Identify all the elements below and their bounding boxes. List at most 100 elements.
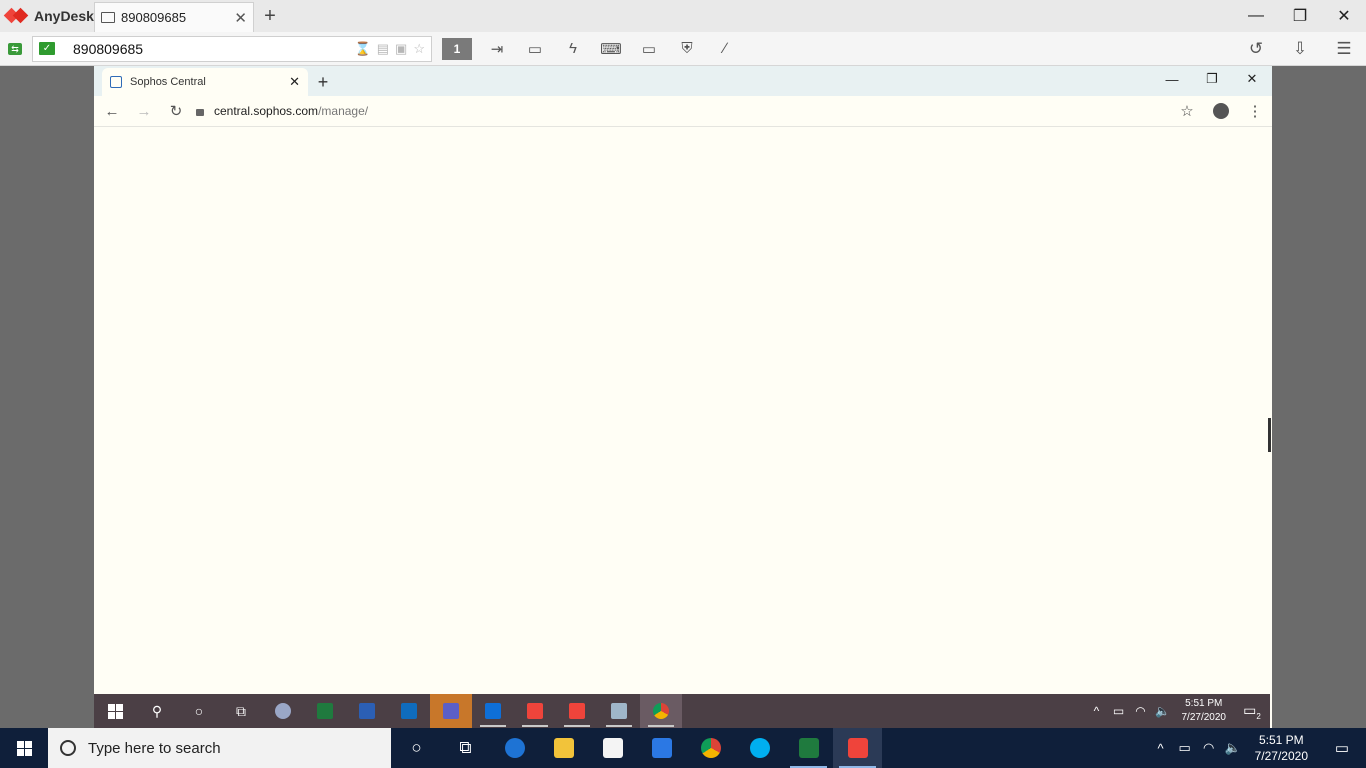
session-tab-label: 890809685 xyxy=(121,10,187,25)
display-icon[interactable]: ▭ xyxy=(630,36,668,62)
image-icon[interactable]: ▣ xyxy=(395,41,407,57)
remote-anydesk-icon-2[interactable] xyxy=(556,694,598,728)
close-tab-icon[interactable]: ✕ xyxy=(234,9,247,27)
battery-icon[interactable]: ▭ xyxy=(1173,740,1197,756)
mail-icon[interactable] xyxy=(637,728,686,768)
remote-chrome-icon[interactable] xyxy=(640,694,682,728)
file-explorer-icon[interactable] xyxy=(539,728,588,768)
store-icon[interactable] xyxy=(588,728,637,768)
remote-notes-icon[interactable] xyxy=(598,694,640,728)
remote-word-icon[interactable] xyxy=(346,694,388,728)
taskbar-search-box[interactable]: Type here to search xyxy=(48,728,391,768)
hourglass-icon[interactable]: ⌛ xyxy=(355,41,371,57)
address-bar[interactable]: ✓ 890809685 ⌛ ▤ ▣ ☆ xyxy=(32,35,432,62)
keyboard-icon[interactable]: ⌨ xyxy=(592,36,630,62)
clock-time: 5:51 PM xyxy=(1258,733,1304,747)
remote-network-icon[interactable]: ◠ xyxy=(1130,704,1152,718)
start-button[interactable] xyxy=(0,728,48,768)
remote-desktop-view[interactable]: Sophos Central ✕ + — ❐ ✕ ← → ↻ central.s… xyxy=(94,66,1272,728)
restore-button[interactable]: ❐ xyxy=(1278,0,1322,32)
lock-icon xyxy=(196,108,204,116)
clock-date: 7/27/2020 xyxy=(1254,749,1308,763)
tray-chevron-icon[interactable]: ^ xyxy=(1149,741,1173,756)
remote-search-icon[interactable]: ⚲ xyxy=(136,694,178,728)
chrome-tab-strip: Sophos Central ✕ + — ❐ ✕ xyxy=(94,66,1272,96)
permissions-shield-icon[interactable]: ⛨ xyxy=(668,36,706,62)
chrome-tab-title: Sophos Central xyxy=(130,76,206,88)
resize-handle[interactable] xyxy=(1268,418,1271,452)
new-session-tab-button[interactable]: + xyxy=(254,5,286,28)
favorite-star-icon[interactable]: ☆ xyxy=(413,41,425,57)
reload-icon[interactable]: ↻ xyxy=(162,97,190,125)
chrome-toolbar: ← → ↻ central.sophos.com/manage/ ☆ ⋮ xyxy=(94,96,1272,127)
remote-teams-icon[interactable] xyxy=(430,694,472,728)
verified-monitor-icon: ✓ xyxy=(39,42,55,55)
back-arrow-icon[interactable]: ← xyxy=(98,97,126,125)
monitor-icon xyxy=(101,12,115,23)
anydesk-titlebar: AnyDesk 890809685 ✕ + — ❐ ✕ xyxy=(0,0,1366,32)
url-omnibox[interactable]: central.sophos.com/manage/ xyxy=(196,104,1170,118)
search-placeholder: Type here to search xyxy=(88,739,221,757)
remote-time: 5:51 PM xyxy=(1185,698,1223,709)
address-input[interactable]: 890809685 xyxy=(73,41,355,57)
close-tab-icon[interactable]: ✕ xyxy=(289,74,300,90)
draw-pen-icon[interactable]: ∕ xyxy=(706,36,744,62)
chrome-tab-sophos[interactable]: Sophos Central ✕ xyxy=(102,68,308,96)
windows-taskbar: Type here to search ○ ⧉ ^ ▭ ◠ 🔈 5:51 PM … xyxy=(0,728,1366,768)
monitor-select-button[interactable]: 1 xyxy=(442,37,472,60)
remote-battery-icon[interactable]: ▭ xyxy=(1108,704,1130,718)
remote-task-view-icon[interactable]: ⧉ xyxy=(220,694,262,728)
remote-excel-icon[interactable] xyxy=(304,694,346,728)
skype-icon[interactable] xyxy=(735,728,784,768)
connection-status-icon[interactable]: ⇆ xyxy=(0,32,30,66)
remote-volume-icon[interactable]: 🔈 xyxy=(1152,704,1174,718)
main-menu-icon[interactable]: ☰ xyxy=(1322,34,1366,64)
anydesk-session-tab[interactable]: 890809685 ✕ xyxy=(94,2,254,32)
chrome-restore-button[interactable]: ❐ xyxy=(1192,66,1232,92)
account-icon[interactable] xyxy=(1204,97,1238,125)
remote-start-button[interactable] xyxy=(94,694,136,728)
anydesk-taskbar-icon[interactable] xyxy=(833,728,882,768)
file-icon[interactable]: ▤ xyxy=(377,41,389,57)
volume-icon[interactable]: 🔈 xyxy=(1221,740,1245,756)
remote-teamviewer-icon[interactable] xyxy=(472,694,514,728)
task-view-icon[interactable]: ⧉ xyxy=(441,728,490,768)
minimize-button[interactable]: — xyxy=(1234,0,1278,32)
sophos-favicon-icon xyxy=(110,76,122,88)
actions-lightning-icon[interactable]: ϟ xyxy=(554,36,592,62)
chat-icon[interactable]: ▭ xyxy=(516,36,554,62)
remote-date: 7/27/2020 xyxy=(1181,712,1227,723)
remote-clock[interactable]: 5:51 PM 7/27/2020 xyxy=(1174,697,1235,725)
anydesk-app-name: AnyDesk xyxy=(34,8,94,24)
excel-icon[interactable] xyxy=(784,728,833,768)
search-icon xyxy=(60,740,76,756)
remote-notification-icon[interactable]: ▭2 xyxy=(1234,702,1270,721)
url-path: /manage/ xyxy=(318,104,369,118)
taskbar-clock[interactable]: 5:51 PM 7/27/2020 xyxy=(1245,732,1318,764)
remote-cortana-icon[interactable]: ○ xyxy=(178,694,220,728)
url-host: central.sophos.com xyxy=(214,104,319,118)
forward-arrow-icon[interactable]: → xyxy=(130,97,158,125)
chrome-icon[interactable] xyxy=(686,728,735,768)
action-center-icon[interactable]: ▭ xyxy=(1318,739,1366,757)
remote-tray-chevron-icon[interactable]: ^ xyxy=(1086,704,1108,718)
file-transfer-icon[interactable]: ⇥ xyxy=(478,36,516,62)
remote-taskbar: ⚲ ○ ⧉ ^ ▭ ◠ 🔈 5:51 PM 7/27/2020 ▭2 xyxy=(94,694,1270,728)
anydesk-logo: AnyDesk xyxy=(0,0,94,32)
new-tab-button[interactable]: + xyxy=(308,68,338,96)
bookmark-star-icon[interactable]: ☆ xyxy=(1170,97,1204,125)
remote-outlook-icon[interactable] xyxy=(388,694,430,728)
remote-paint-icon[interactable] xyxy=(262,694,304,728)
anydesk-logo-icon xyxy=(3,6,30,26)
windows-logo-icon xyxy=(16,740,32,756)
cortana-icon[interactable]: ○ xyxy=(392,728,441,768)
history-icon[interactable]: ↺ xyxy=(1234,34,1278,64)
remote-anydesk-icon-1[interactable] xyxy=(514,694,556,728)
chrome-minimize-button[interactable]: — xyxy=(1152,66,1192,92)
close-window-button[interactable]: ✕ xyxy=(1322,0,1366,32)
edge-icon[interactable] xyxy=(490,728,539,768)
wifi-icon[interactable]: ◠ xyxy=(1197,740,1221,756)
chrome-menu-icon[interactable]: ⋮ xyxy=(1238,97,1272,125)
chrome-close-button[interactable]: ✕ xyxy=(1232,66,1272,92)
download-icon[interactable]: ⇩ xyxy=(1278,34,1322,64)
